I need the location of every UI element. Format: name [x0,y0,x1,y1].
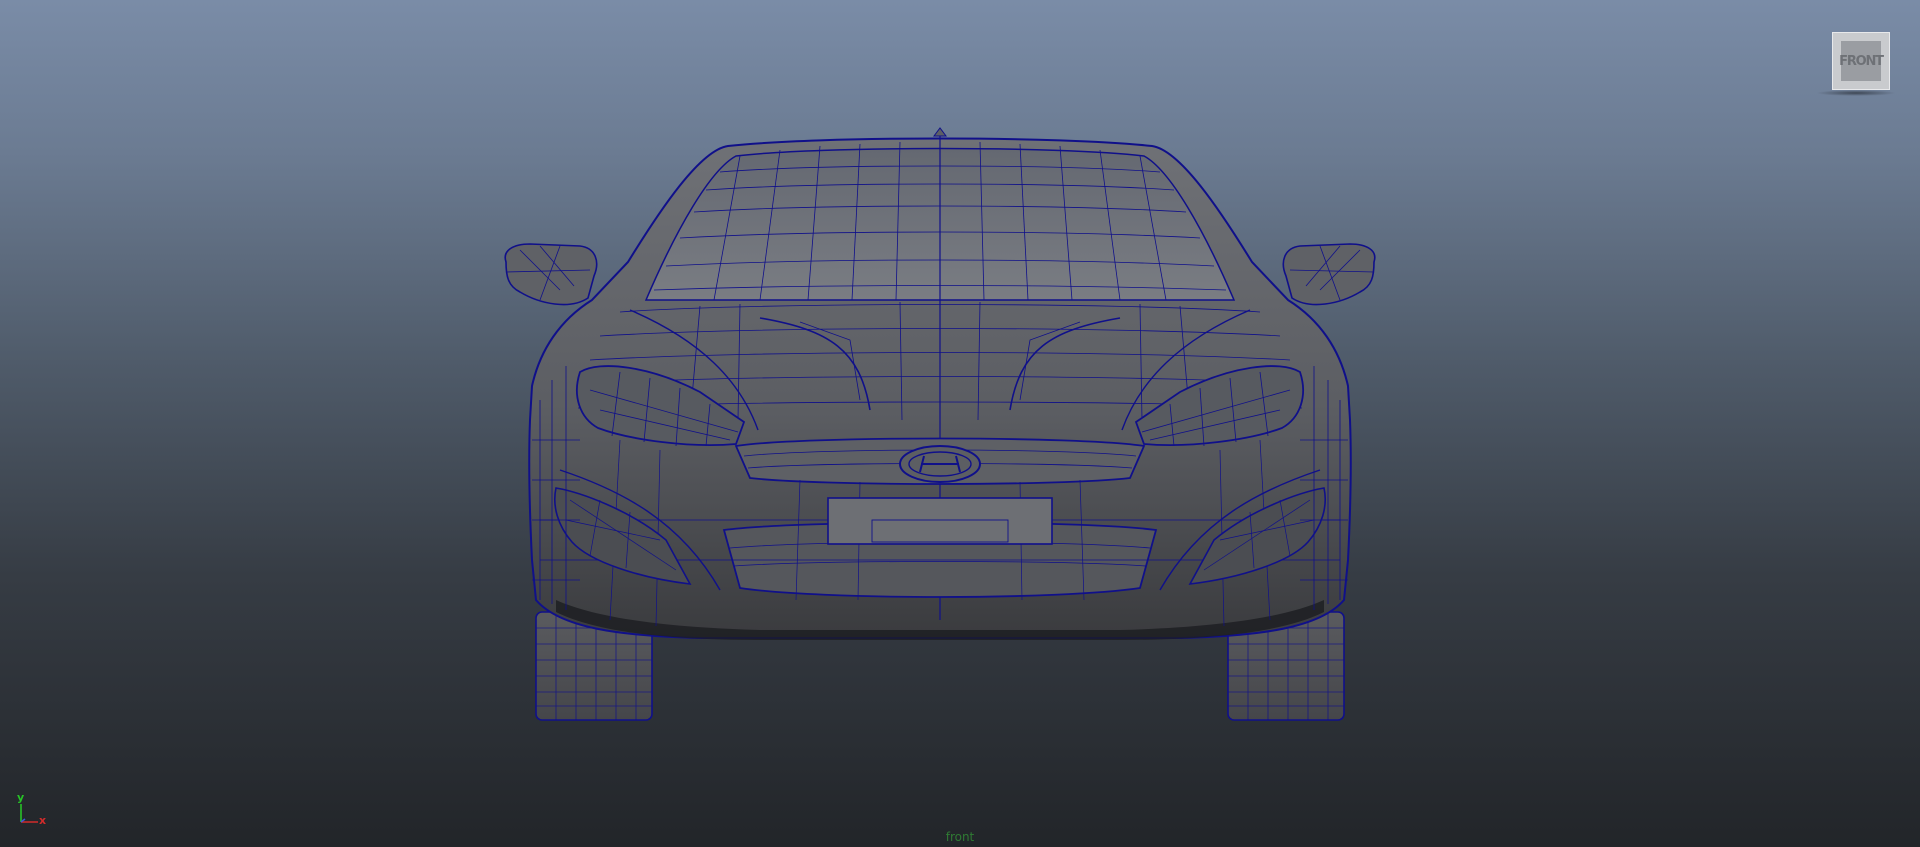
view-cube-label: FRONT [1839,53,1884,69]
x-axis-label: x [39,814,46,827]
view-cube-front-face[interactable]: FRONT [1832,32,1890,90]
brand-emblem [899,445,981,483]
roof-antenna [933,127,947,137]
view-cube-shadow [1816,90,1896,96]
view-cube[interactable]: FRONT [1816,24,1896,96]
mirror-left [504,243,598,306]
license-plate [827,497,1053,545]
front-viewport[interactable]: FRONT y x front [0,0,1920,847]
y-axis-label: y [17,792,24,804]
camera-name-label: front [945,830,975,844]
mirror-right [1282,243,1376,306]
view-cube-face-inner: FRONT [1839,41,1884,81]
car-wireframe-model[interactable] [0,0,1920,847]
axis-gizmo: y x [17,792,46,827]
